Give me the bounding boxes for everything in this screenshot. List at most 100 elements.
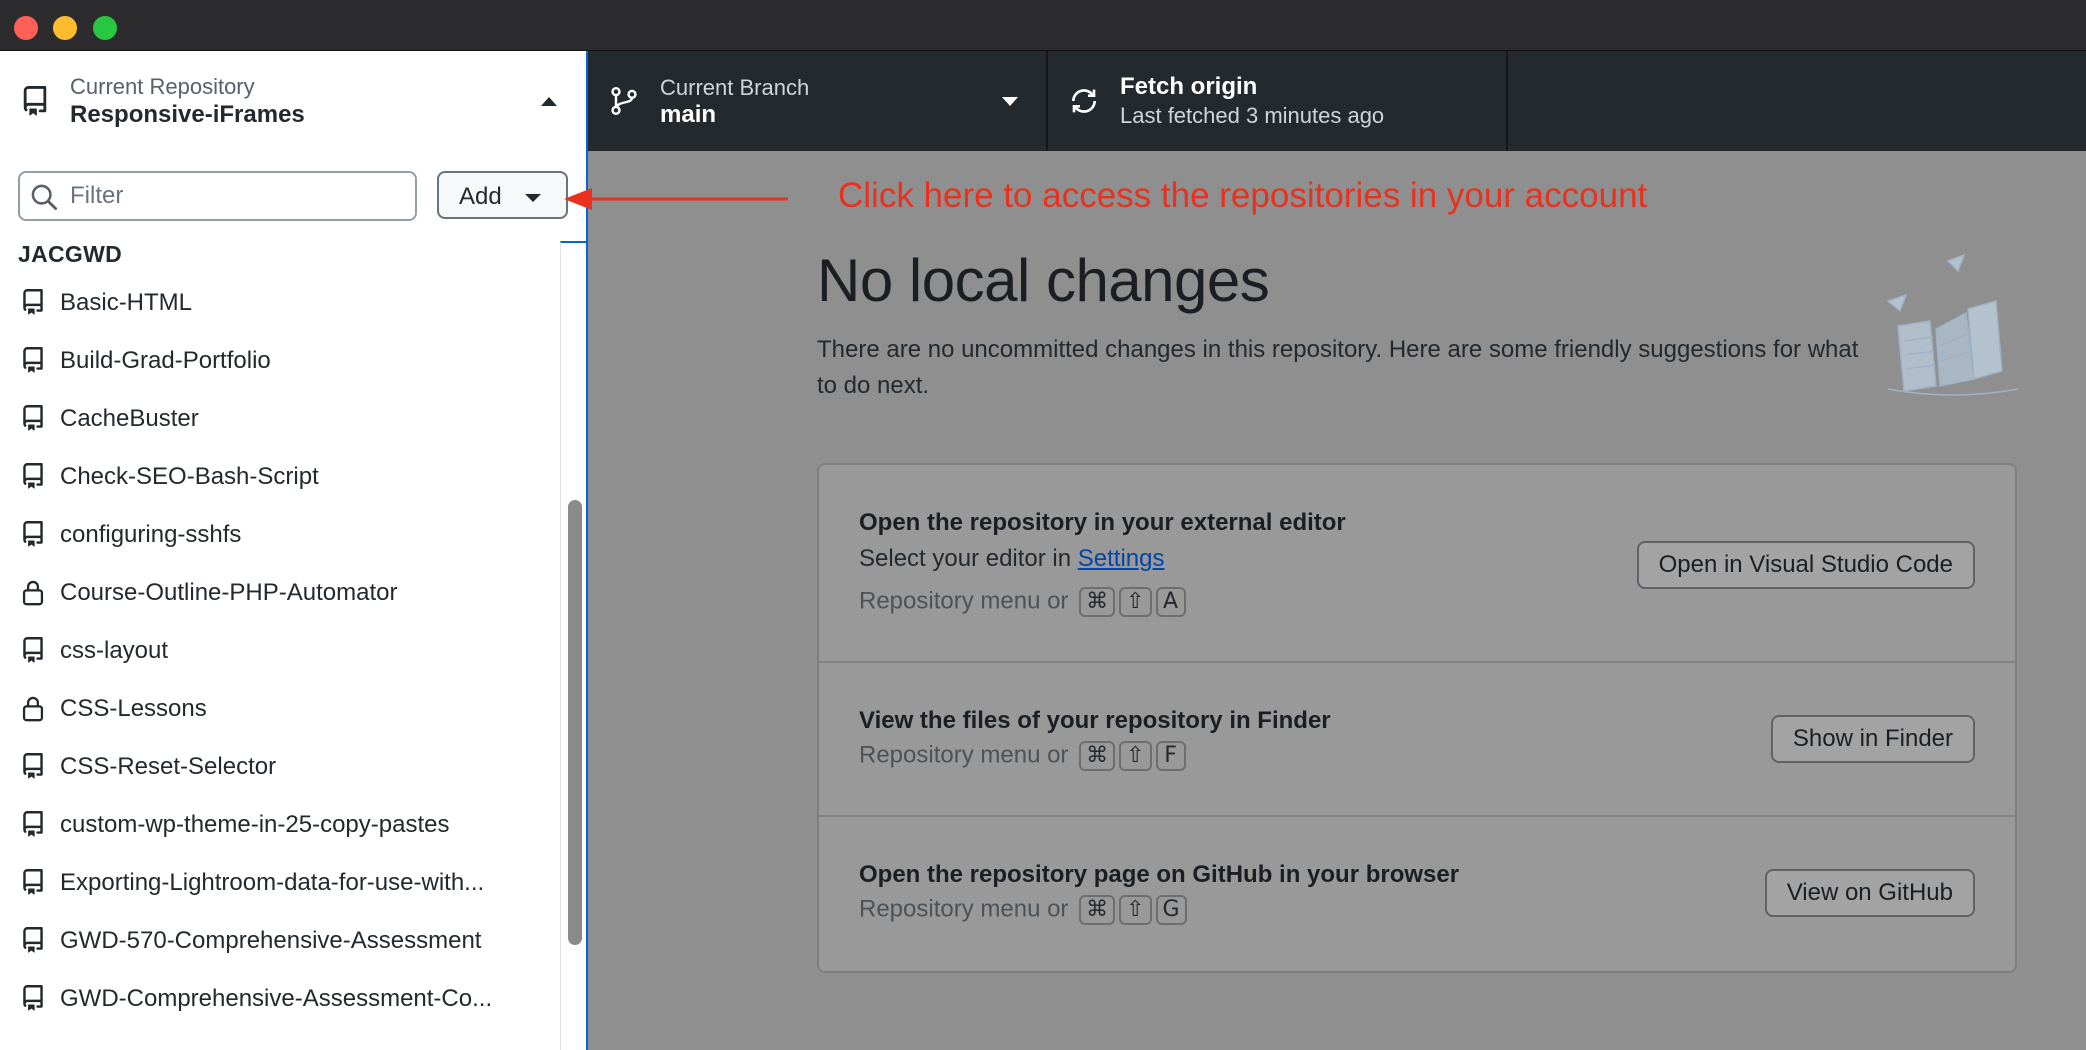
repository-name: CSS-Reset-Selector <box>60 753 277 780</box>
show-in-finder-suggestion: View the files of your repository in Fin… <box>819 663 2015 817</box>
repository-list-item[interactable]: Course-Outline-PHP-Automator <box>0 565 560 623</box>
repository-list-item[interactable]: CacheBuster <box>0 391 560 449</box>
suggestions-panel: Open the repository in your external edi… <box>817 463 2017 973</box>
search-icon <box>31 184 58 211</box>
repository-list-item[interactable]: GWD-Comprehensive-Assessment-Co... <box>0 971 560 1029</box>
current-branch-caption: Current Branch <box>660 75 810 100</box>
repo-icon <box>23 927 43 953</box>
repo-icon <box>23 86 47 116</box>
repository-name: CacheBuster <box>60 405 199 432</box>
github-shortcut: Repository menu or ⌘ ⇧ G <box>859 895 1187 925</box>
lock-icon <box>22 580 44 606</box>
annotation-arrow <box>564 188 788 210</box>
zoom-window-button[interactable] <box>93 16 117 40</box>
repository-list-scrollbar[interactable] <box>568 500 582 945</box>
repository-name: custom-wp-theme-in-25-copy-pastes <box>60 811 450 838</box>
repository-list-item[interactable]: Build-Grad-Portfolio <box>0 333 560 391</box>
repository-list-item[interactable]: Check-SEO-Bash-Script <box>0 449 560 507</box>
page-description: There are no uncommitted changes in this… <box>817 336 1859 399</box>
repo-icon <box>23 405 43 431</box>
repository-name: configuring-sshfs <box>60 521 242 548</box>
repository-list-item[interactable]: CSS-Lessons <box>0 681 560 739</box>
shift-key-icon: ⇧ <box>1119 741 1152 771</box>
repository-group-title: JACGWD <box>18 241 123 267</box>
repository-list-item[interactable]: configuring-sshfs <box>0 507 560 565</box>
changes-view: No local changes There are no uncommitte… <box>588 151 2086 1050</box>
repo-icon <box>23 985 43 1011</box>
lock-icon <box>22 696 44 722</box>
view-on-github-title: Open the repository page on GitHub in yo… <box>859 861 1460 888</box>
repository-name: Check-SEO-Bash-Script <box>60 463 319 490</box>
current-repository-button[interactable]: Current Repository Responsive-iFrames <box>0 51 586 151</box>
chevron-down-icon <box>525 194 541 202</box>
filter-input[interactable] <box>70 179 400 213</box>
repo-icon <box>23 347 43 373</box>
finder-shortcut: Repository menu or ⌘ ⇧ F <box>859 741 1186 771</box>
chevron-down-icon <box>1002 97 1018 106</box>
last-fetched-text: Last fetched 3 minutes ago <box>1120 103 1385 128</box>
letter-key: A <box>1155 587 1186 617</box>
repo-icon <box>23 463 43 489</box>
window-titlebar <box>0 0 2086 51</box>
show-in-finder-button[interactable]: Show in Finder <box>1770 715 1975 763</box>
repo-icon <box>23 753 43 779</box>
repository-name: GWD-Comprehensive-Assessment-Co... <box>60 985 493 1012</box>
repository-list-item[interactable]: custom-wp-theme-in-25-copy-pastes <box>0 797 560 855</box>
fetch-origin-label: Fetch origin <box>1120 73 1258 100</box>
shift-key-icon: ⇧ <box>1119 587 1152 617</box>
repository-name: css-layout <box>60 637 169 664</box>
editor-settings-line: Select your editor in Settings <box>859 545 1165 573</box>
minimize-window-button[interactable] <box>53 16 77 40</box>
open-editor-title: Open the repository in your external edi… <box>859 509 1346 536</box>
repository-name: Exporting-Lightroom-data-for-use-with... <box>60 869 485 896</box>
letter-key: G <box>1155 895 1187 925</box>
repository-items: Basic-HTML Build-Grad-Portfolio CacheBuste… <box>0 275 560 1029</box>
command-key-icon: ⌘ <box>1079 587 1116 617</box>
git-branch-icon <box>611 87 637 115</box>
command-key-icon: ⌘ <box>1079 741 1116 771</box>
page-title: No local changes <box>817 247 1270 314</box>
filter-field[interactable] <box>18 171 417 221</box>
repository-name: Build-Grad-Portfolio <box>60 347 271 374</box>
repository-name: CSS-Lessons <box>60 695 207 722</box>
editor-shortcut: Repository menu or ⌘ ⇧ A <box>859 587 1186 617</box>
repository-list-item[interactable]: CSS-Reset-Selector <box>0 739 560 797</box>
add-button-label: Add <box>459 183 502 210</box>
view-on-github-suggestion: Open the repository page on GitHub in yo… <box>819 817 2015 971</box>
current-branch-button[interactable]: Current Branch main <box>588 51 1048 151</box>
annotation-text: Click here to access the repositories in… <box>838 176 1648 215</box>
repo-icon <box>23 289 43 315</box>
shortcut-prefix: Repository menu or <box>859 895 1069 923</box>
show-in-finder-title: View the files of your repository in Fin… <box>859 707 1331 734</box>
open-in-editor-button[interactable]: Open in Visual Studio Code <box>1636 541 1975 589</box>
repository-list: JACGWD Basic-HTML Build-Grad-Portfolio Cac… <box>0 241 560 1050</box>
current-repository-caption: Current Repository <box>70 74 255 99</box>
repository-list-item[interactable]: GWD-570-Comprehensive-Assessment <box>0 913 560 971</box>
repository-list-item[interactable]: Exporting-Lightroom-data-for-use-with... <box>0 855 560 913</box>
repository-list-panel: Current Repository Responsive-iFrames Ad… <box>0 51 588 1050</box>
current-branch-name: main <box>660 101 717 128</box>
sync-icon <box>1072 89 1096 113</box>
view-on-github-button[interactable]: View on GitHub <box>1764 869 1975 917</box>
repository-name: GWD-570-Comprehensive-Assessment <box>60 927 482 954</box>
fetch-origin-button[interactable]: Fetch origin Last fetched 3 minutes ago <box>1048 51 1508 151</box>
settings-link[interactable]: Settings <box>1078 545 1165 572</box>
main-toolbar: Current Branch main Fetch origin Last fe… <box>588 51 2086 151</box>
repo-icon <box>23 521 43 547</box>
close-window-button[interactable] <box>14 16 38 40</box>
shift-key-icon: ⇧ <box>1119 895 1152 925</box>
add-repository-button[interactable]: Add <box>437 171 568 219</box>
editor-settings-prefix: Select your editor in <box>859 545 1078 572</box>
open-editor-suggestion: Open the repository in your external edi… <box>819 465 2015 663</box>
letter-key: F <box>1155 741 1186 771</box>
repository-name: Course-Outline-PHP-Automator <box>60 579 398 606</box>
shortcut-prefix: Repository menu or <box>859 587 1069 615</box>
repository-list-item[interactable]: css-layout <box>0 623 560 681</box>
repo-icon <box>23 869 43 895</box>
shortcut-prefix: Repository menu or <box>859 741 1069 769</box>
empty-state-illustration <box>1886 253 2019 396</box>
command-key-icon: ⌘ <box>1079 895 1116 925</box>
repository-list-item[interactable]: Basic-HTML <box>0 275 560 333</box>
repo-icon <box>23 811 43 837</box>
repo-icon <box>23 637 43 663</box>
